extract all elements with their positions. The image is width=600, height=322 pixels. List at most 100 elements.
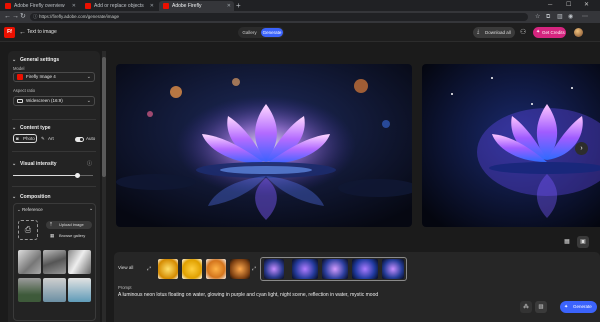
url-field[interactable]: ⓘ https://firefly.adobe.com/generate/ima… [30,13,528,21]
history-thumbnail[interactable] [206,259,226,279]
reference-thumbnail[interactable] [68,278,91,302]
minimize-icon[interactable]: ─ [548,0,552,11]
generate-tab-button[interactable]: Generate [261,28,283,37]
site-info-icon[interactable]: ⓘ [33,13,38,21]
browser-tab-add-replace[interactable]: Add or replace objects ✕ [81,1,157,11]
browser-tab-firefly[interactable]: Adobe Firefly ✕ [159,1,234,11]
info-icon[interactable]: ⓘ [87,160,92,167]
reference-thumbnail[interactable] [68,250,91,274]
history-thumbnail[interactable] [322,259,348,279]
generated-image-2[interactable] [422,64,600,227]
history-thumbnail[interactable] [352,259,378,279]
grid-view-button[interactable]: ▦ [561,236,573,248]
scrollbar-thumb[interactable] [102,57,106,177]
history-thumbnail[interactable] [382,259,404,279]
forward-icon[interactable]: → [12,11,19,23]
aspect-ratio-value: Widescreen (16:9) [26,98,63,103]
browser-tab-firefly-overview[interactable]: Adobe Firefly overview ✕ [1,1,79,11]
back-icon[interactable]: ← [4,11,11,23]
extensions-icon[interactable]: ⧉ [546,11,550,23]
gallery-icon: ▦ [50,233,55,238]
expand-icon[interactable]: ⤢ [147,266,151,272]
close-tab-icon[interactable]: ✕ [227,1,231,11]
photo-chip[interactable]: ◙ Photo [13,134,37,143]
browse-gallery-label: Browse gallery [59,233,86,238]
maximize-icon[interactable]: ☐ [566,0,571,11]
next-image-button[interactable]: › [575,142,588,155]
widescreen-icon [17,99,23,103]
new-tab-icon[interactable]: + [236,0,241,11]
reference-thumbnail[interactable] [43,250,66,274]
generated-image-1[interactable] [116,64,412,227]
history-thumbnail[interactable] [264,259,284,279]
back-arrow-icon[interactable]: ← [19,23,26,42]
menu-icon[interactable]: ⋯ [582,11,588,23]
generate-button[interactable]: ✦ Generate [560,301,597,313]
download-all-button[interactable]: ⤓ Download all [473,27,515,38]
close-window-icon[interactable]: ✕ [584,0,589,11]
browse-gallery-button[interactable]: ▦ Browse gallery [46,232,92,240]
general-settings-header[interactable]: ⌄ General settings [12,57,59,63]
style-reference-button[interactable]: ▧ [535,301,547,313]
composition-title: Composition [20,194,51,200]
close-tab-icon[interactable]: ✕ [150,1,154,11]
adobe-favicon-icon [5,3,11,9]
aspect-ratio-dropdown[interactable]: Widescreen (16:9) ⌄ [13,96,95,106]
single-view-button[interactable]: ▣ [577,236,589,248]
adobe-favicon-icon [85,3,91,9]
content-type-header[interactable]: ⌄ Content type [12,125,51,131]
slider-thumb[interactable] [74,173,80,178]
download-icon: ⤓ [477,29,480,35]
profile-icon[interactable]: ◉ [568,11,573,23]
history-thumbnail[interactable] [230,259,250,279]
reload-icon[interactable]: ↻ [20,11,26,23]
single-view-icon: ▣ [580,239,586,245]
reference-thumbnail[interactable] [18,278,41,302]
expand-icon[interactable]: ⤢ [252,266,256,272]
history-thumbnail[interactable] [182,259,202,279]
upload-image-button[interactable]: ⤒ Upload image [46,221,92,229]
reference-thumbnail[interactable] [18,250,41,274]
sidebar-scrollbar[interactable] [102,51,106,322]
chevron-down-icon: ⌄ [12,194,17,200]
chevron-down-icon: ⌄ [12,161,17,167]
chevron-down-icon: ⌄ [86,74,91,80]
photo-label: Photo [23,136,35,141]
get-credits-button[interactable]: ✦ Get Credits [533,27,566,38]
model-dropdown[interactable]: Firefly Image 4 ⌄ [13,72,95,82]
reference-thumbnail[interactable] [43,278,66,302]
reference-dropdown[interactable]: ⌄ Reference [17,207,43,213]
view-all-link[interactable]: View all [118,265,133,270]
prompt-input[interactable]: A luminous neon lotus floating on water,… [118,292,518,298]
neon-lotus-image [422,64,600,227]
credits-icon: ✦ [536,29,541,35]
visual-intensity-header[interactable]: ⌄ Visual intensity [12,161,57,167]
prompt-panel: View all ⤢ ⤢ Prompt A luminous neon lotu… [114,252,600,322]
general-settings-title: General settings [20,57,60,63]
close-tab-icon[interactable]: ✕ [72,1,76,11]
history-thumbnail[interactable] [158,259,178,279]
reference-drop-zone[interactable]: ⎙ [18,220,38,240]
apps-icon[interactable]: ⚇ [520,27,526,38]
gallery-button[interactable]: Gallery [239,28,260,37]
tab-label: Adobe Firefly overview [14,3,65,9]
star-icon[interactable]: ☆ [535,11,540,23]
browser-tab-strip: Adobe Firefly overview ✕ Add or replace … [0,0,600,11]
prompt-suggestions-button[interactable]: ⁂ [520,301,532,313]
firefly-logo[interactable]: Ff [4,27,15,38]
app-header: Ff ← Text to image Gallery Generate ⤓ Do… [0,23,600,42]
tab-label: Adobe Firefly [172,3,202,9]
split-icon[interactable]: ▥ [557,11,563,23]
palette-icon: ✎ [41,136,45,141]
sparkle-icon: ✦ [564,304,569,310]
visual-intensity-slider[interactable] [13,173,93,178]
history-thumbnail[interactable] [292,259,318,279]
chevron-down-icon: ⌄ [86,98,91,104]
art-chip[interactable]: ✎ Art [39,134,61,143]
avatar[interactable] [574,28,583,37]
chevron-down-icon[interactable]: ⌄ [89,206,93,212]
image-upload-icon: ⎙ [24,225,32,234]
composition-header[interactable]: ⌄ Composition [12,194,51,200]
auto-toggle[interactable] [75,137,84,142]
prompt-label: Prompt [118,285,132,290]
